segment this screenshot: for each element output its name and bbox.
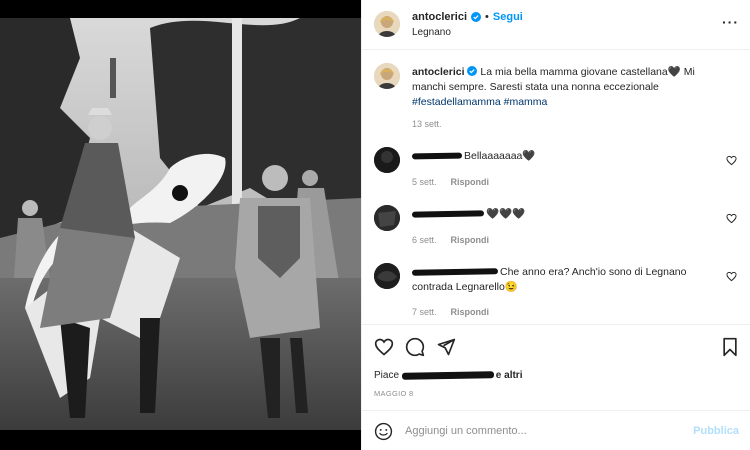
heart-icon[interactable] <box>726 213 737 224</box>
comments-feed[interactable]: antoclerici La mia bella mamma giovane c… <box>362 51 750 324</box>
heart-icon[interactable] <box>726 271 737 282</box>
author-row: antoclerici • Segui <box>412 11 523 23</box>
comment-icon[interactable] <box>405 337 425 357</box>
commenter-avatar[interactable] <box>374 205 400 231</box>
separator-dot: • <box>485 11 489 23</box>
comment-time[interactable]: 5 sett. <box>412 177 437 187</box>
post-sidebar: antoclerici • Segui Legnano ··· antocler… <box>361 0 750 450</box>
publish-button[interactable]: Pubblica <box>693 425 739 437</box>
likes-suffix[interactable]: e altri <box>496 370 523 381</box>
comment-text: Bellaaaaaaa🖤 <box>411 149 712 164</box>
post-location[interactable]: Legnano <box>412 27 451 38</box>
heart-icon[interactable] <box>726 155 737 166</box>
caption-hashtags[interactable]: #festadellamamma #mamma <box>412 96 547 108</box>
comment-meta: 7 sett. Rispondi <box>412 307 489 317</box>
avatar-image <box>374 147 400 173</box>
author-username[interactable]: antoclerici <box>412 11 467 23</box>
reply-button[interactable]: Rispondi <box>451 235 490 245</box>
post-photo-pane <box>0 0 361 450</box>
redacted-username <box>411 210 485 218</box>
post-actions-bar <box>362 324 750 364</box>
post-header: antoclerici • Segui Legnano ··· <box>362 0 750 50</box>
heart-icon[interactable] <box>374 337 394 357</box>
verified-badge-icon <box>467 66 478 76</box>
comment-time[interactable]: 6 sett. <box>412 235 437 245</box>
comment-text: Che anno era? Anch'io sono di Legnano co… <box>411 265 712 295</box>
avatar-image <box>374 263 400 289</box>
more-options-icon[interactable]: ··· <box>722 14 739 30</box>
comment-meta: 5 sett. Rispondi <box>412 177 489 187</box>
comment-meta: 6 sett. Rispondi <box>412 235 489 245</box>
comment-input[interactable] <box>405 423 675 439</box>
share-icon[interactable] <box>436 337 456 357</box>
redacted-username <box>411 152 463 160</box>
post-photo[interactable] <box>0 18 361 430</box>
follow-button[interactable]: Segui <box>493 11 523 23</box>
comment-body: Bellaaaaaaa🖤 <box>464 150 536 162</box>
likes-summary[interactable]: Piace e altri <box>374 370 522 381</box>
reply-button[interactable]: Rispondi <box>451 177 490 187</box>
add-comment-bar: Pubblica <box>362 410 750 450</box>
caption-text: antoclerici La mia bella mamma giovane c… <box>412 65 712 110</box>
redacted-username <box>411 268 499 276</box>
bookmark-icon[interactable] <box>720 337 740 357</box>
commenter-avatar[interactable] <box>374 147 400 173</box>
author-avatar[interactable] <box>374 11 400 37</box>
caption-username[interactable]: antoclerici <box>412 66 465 78</box>
comment-text: 🖤🖤🖤 <box>411 207 712 222</box>
verified-badge-icon <box>471 12 482 22</box>
comment-body: 🖤🖤🖤 <box>486 208 526 220</box>
avatar-image <box>374 205 400 231</box>
commenter-avatar[interactable] <box>374 263 400 289</box>
post-date[interactable]: MAGGIO 8 <box>374 389 414 398</box>
avatar-image <box>374 11 400 37</box>
comment-time[interactable]: 7 sett. <box>412 307 437 317</box>
vintage-photo-image <box>0 18 361 430</box>
reply-button[interactable]: Rispondi <box>451 307 490 317</box>
caption-meta: 13 sett. <box>412 119 442 129</box>
redacted-liker <box>401 371 494 380</box>
caption-time[interactable]: 13 sett. <box>412 119 442 129</box>
likes-prefix: Piace <box>374 370 402 381</box>
caption-avatar[interactable] <box>374 63 400 89</box>
avatar-image <box>374 63 400 89</box>
emoji-icon[interactable] <box>374 422 393 441</box>
